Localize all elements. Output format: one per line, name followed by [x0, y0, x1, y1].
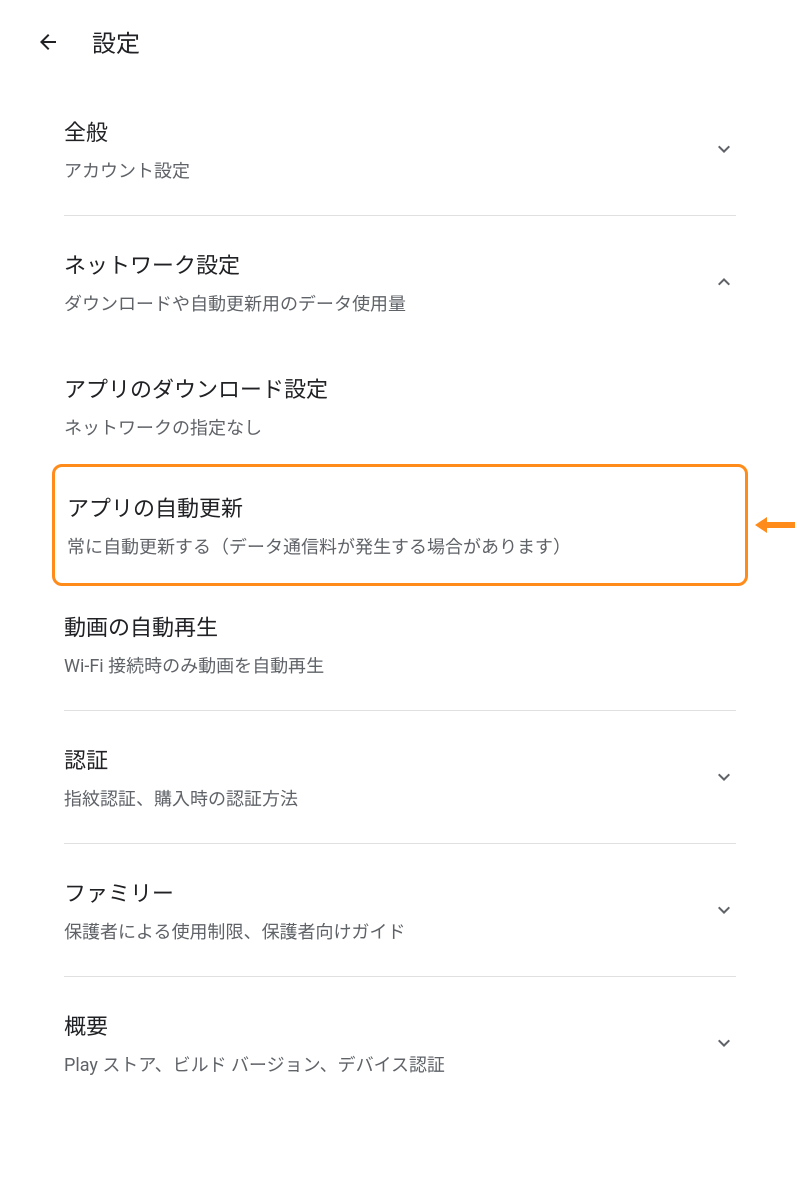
- item-subtitle: ネットワークの指定なし: [64, 414, 736, 440]
- item-title: アプリの自動更新: [67, 491, 733, 523]
- item-title: アプリのダウンロード設定: [64, 372, 736, 404]
- section-header-auth[interactable]: 認証 指紋認証、購入時の認証方法: [64, 711, 736, 843]
- item-app-auto-update[interactable]: アプリの自動更新 常に自動更新する（データ通信料が発生する場合があります）: [52, 464, 748, 586]
- section-text: 概要 Play ストア、ビルド バージョン、デバイス認証: [64, 1009, 712, 1077]
- header: 設定: [0, 0, 800, 83]
- section-title: ファミリー: [64, 876, 712, 908]
- section-network: ネットワーク設定 ダウンロードや自動更新用のデータ使用量 アプリのダウンロード設…: [64, 216, 736, 711]
- section-subtitle: アカウント設定: [64, 157, 712, 183]
- section-subtitle: ダウンロードや自動更新用のデータ使用量: [64, 290, 712, 316]
- chevron-down-icon: [712, 765, 736, 789]
- section-text: 全般 アカウント設定: [64, 115, 712, 183]
- chevron-up-icon: [712, 270, 736, 294]
- section-title: ネットワーク設定: [64, 248, 712, 280]
- section-text: ファミリー 保護者による使用制限、保護者向けガイド: [64, 876, 712, 944]
- section-title: 概要: [64, 1009, 712, 1041]
- section-subtitle: 指紋認証、購入時の認証方法: [64, 785, 712, 811]
- section-subtitle: Play ストア、ビルド バージョン、デバイス認証: [64, 1051, 712, 1077]
- network-expanded-content: アプリのダウンロード設定 ネットワークの指定なし アプリの自動更新 常に自動更新…: [64, 348, 736, 710]
- section-family: ファミリー 保護者による使用制限、保護者向けガイド: [64, 844, 736, 977]
- item-title: 動画の自動再生: [64, 610, 736, 642]
- item-subtitle: 常に自動更新する（データ通信料が発生する場合があります）: [67, 533, 733, 559]
- section-header-family[interactable]: ファミリー 保護者による使用制限、保護者向けガイド: [64, 844, 736, 976]
- section-text: ネットワーク設定 ダウンロードや自動更新用のデータ使用量: [64, 248, 712, 316]
- page-title: 設定: [92, 24, 140, 59]
- section-about: 概要 Play ストア、ビルド バージョン、デバイス認証: [64, 977, 736, 1085]
- chevron-down-icon: [712, 898, 736, 922]
- chevron-down-icon: [712, 137, 736, 161]
- item-app-download-settings[interactable]: アプリのダウンロード設定 ネットワークの指定なし: [64, 348, 736, 464]
- section-header-about[interactable]: 概要 Play ストア、ビルド バージョン、デバイス認証: [64, 977, 736, 1085]
- chevron-down-icon: [712, 1031, 736, 1055]
- item-video-autoplay[interactable]: 動画の自動再生 Wi-Fi 接続時のみ動画を自動再生: [64, 586, 736, 702]
- settings-list: 全般 アカウント設定 ネットワーク設定 ダウンロードや自動更新用のデータ使用量 …: [0, 83, 800, 1085]
- arrow-left-annotation-icon: [755, 515, 795, 535]
- section-title: 認証: [64, 743, 712, 775]
- section-auth: 認証 指紋認証、購入時の認証方法: [64, 711, 736, 844]
- section-header-general[interactable]: 全般 アカウント設定: [64, 83, 736, 215]
- section-title: 全般: [64, 115, 712, 147]
- section-header-network[interactable]: ネットワーク設定 ダウンロードや自動更新用のデータ使用量: [64, 216, 736, 348]
- section-text: 認証 指紋認証、購入時の認証方法: [64, 743, 712, 811]
- section-general: 全般 アカウント設定: [64, 83, 736, 216]
- back-arrow-icon[interactable]: [36, 30, 60, 54]
- item-subtitle: Wi-Fi 接続時のみ動画を自動再生: [64, 652, 736, 678]
- section-subtitle: 保護者による使用制限、保護者向けガイド: [64, 918, 712, 944]
